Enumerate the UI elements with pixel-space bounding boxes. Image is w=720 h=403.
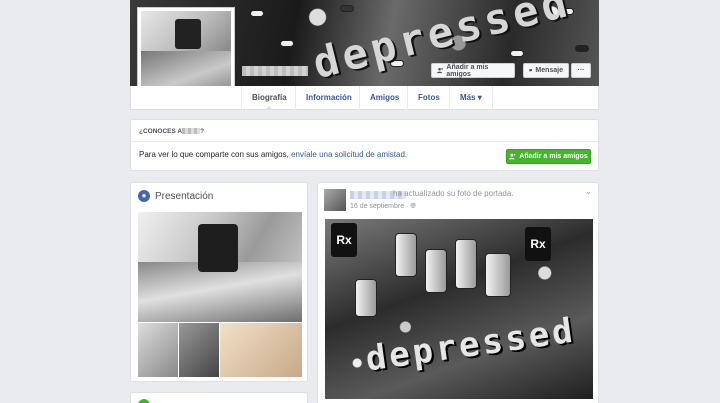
rx-label-right: Rx bbox=[525, 227, 551, 261]
person-plus-icon bbox=[509, 153, 516, 160]
globe-icon: ● bbox=[138, 190, 150, 202]
intro-header: ● Presentación bbox=[138, 190, 213, 202]
know-person-card: ¿CONOCES A? Para ver lo que comparte con… bbox=[130, 119, 599, 171]
message-button[interactable]: Mensaje bbox=[523, 63, 569, 78]
tab-biografia[interactable]: Biografía bbox=[241, 86, 297, 110]
more-options-label: ··· bbox=[577, 67, 585, 74]
intro-title: Presentación bbox=[155, 190, 214, 202]
know-description: Para ver lo que comparte con sus amigos,… bbox=[139, 150, 408, 159]
timeline-post: ha actualizado su foto de portada. 16 de… bbox=[317, 182, 599, 403]
know-heading: ¿CONOCES A? bbox=[139, 128, 205, 135]
chat-bubble-icon bbox=[529, 69, 533, 72]
profile-name-redacted bbox=[242, 66, 308, 76]
post-timestamp[interactable]: 16 de septiembre · 🌐︎ bbox=[350, 203, 416, 211]
featured-thumb-2[interactable] bbox=[179, 323, 219, 377]
next-card bbox=[130, 392, 308, 403]
featured-thumb-3[interactable] bbox=[220, 323, 302, 377]
add-friend-green-button[interactable]: Añadir a mis amigos bbox=[506, 149, 591, 164]
intro-card: ● Presentación bbox=[130, 182, 308, 382]
post-author-avatar[interactable] bbox=[324, 189, 346, 211]
post-options-chevron-icon[interactable]: ⌄ bbox=[585, 187, 592, 196]
rx-label-left: Rx bbox=[331, 223, 357, 257]
add-friend-button[interactable]: Añadir a mis amigos bbox=[431, 63, 515, 78]
post-action-text: ha actualizado su foto de portada. bbox=[393, 189, 514, 198]
post-image-text: depressed bbox=[363, 310, 578, 380]
send-request-link[interactable]: envíale una solicitud de amistad. bbox=[291, 150, 407, 159]
redacted-name bbox=[182, 128, 201, 135]
person-plus-icon bbox=[437, 67, 444, 74]
message-label: Mensaje bbox=[535, 67, 563, 74]
add-friend-green-label: Añadir a mis amigos bbox=[519, 153, 588, 160]
globe-small-icon: 🌐︎ bbox=[410, 203, 416, 210]
featured-thumb-1[interactable] bbox=[138, 323, 178, 377]
profile-nav: Biografía Información Amigos Fotos Más ▾ bbox=[130, 86, 599, 110]
tab-amigos[interactable]: Amigos bbox=[359, 86, 409, 110]
tab-fotos[interactable]: Fotos bbox=[407, 86, 450, 110]
post-image[interactable]: Rx Rx depressed bbox=[325, 219, 593, 399]
card-icon bbox=[138, 399, 150, 403]
add-friend-label: Añadir a mis amigos bbox=[446, 63, 489, 78]
divider bbox=[131, 141, 598, 142]
more-options-button[interactable]: ··· bbox=[571, 63, 591, 78]
featured-photo[interactable] bbox=[138, 212, 302, 322]
tab-informacion[interactable]: Información bbox=[295, 86, 362, 110]
chevron-down-icon: ▾ bbox=[477, 93, 482, 102]
tab-mas[interactable]: Más ▾ bbox=[449, 86, 493, 110]
